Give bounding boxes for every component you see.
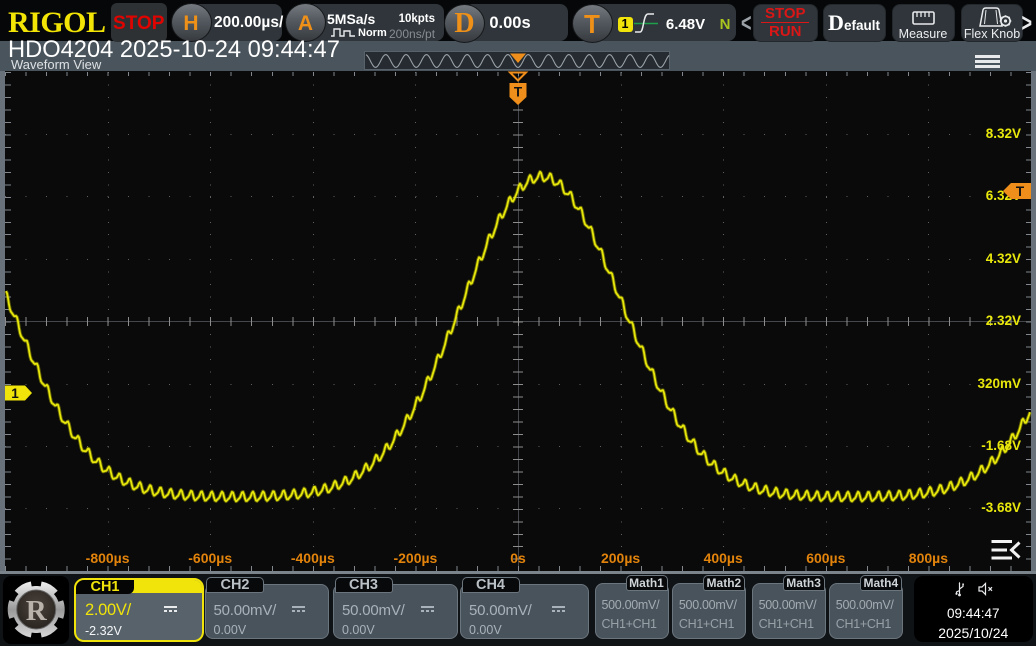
svg-text:1: 1 [11,386,19,401]
svg-text:T: T [1016,184,1025,199]
svg-text:T: T [514,85,523,100]
svg-text:R: R [26,595,48,627]
